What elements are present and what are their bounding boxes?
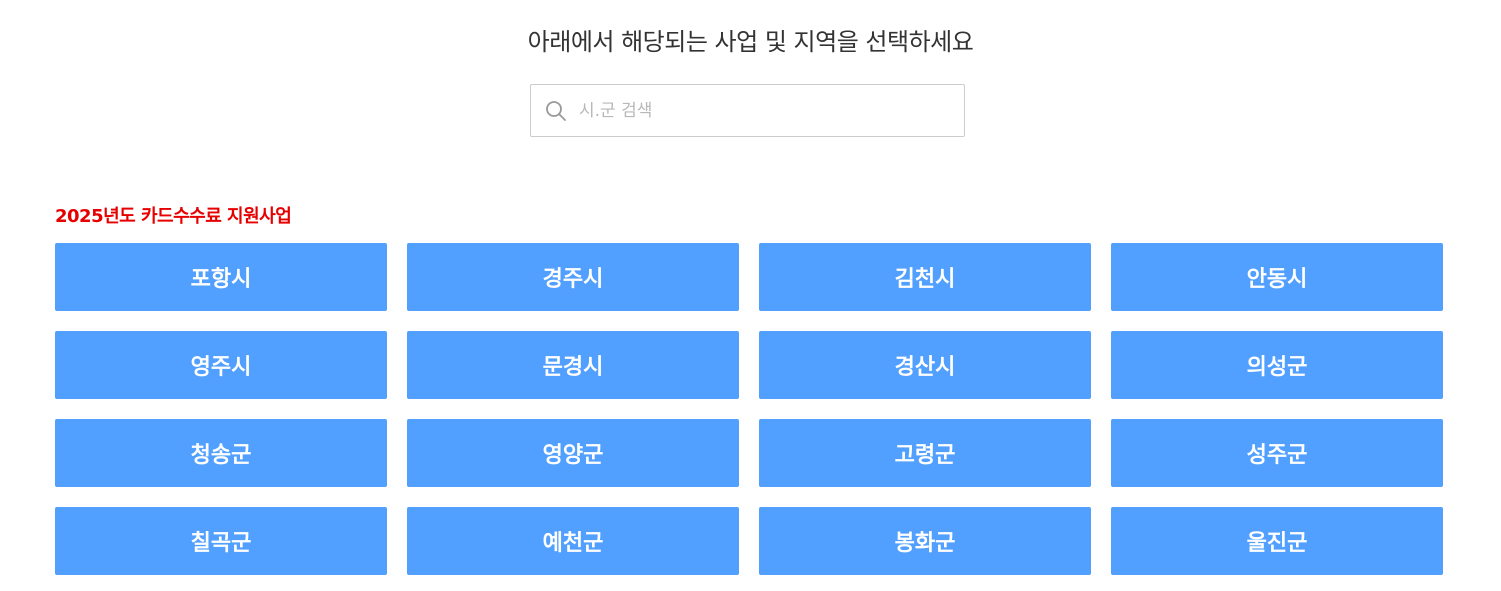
- region-search-input[interactable]: [579, 85, 954, 136]
- region-button-yeongyang[interactable]: 영양군: [407, 419, 739, 487]
- region-button-gyeongsan[interactable]: 경산시: [759, 331, 1091, 399]
- region-button-uljin[interactable]: 울진군: [1111, 507, 1443, 575]
- search-icon: [546, 101, 566, 121]
- region-button-gimcheon[interactable]: 김천시: [759, 243, 1091, 311]
- region-button-bonghwa[interactable]: 봉화군: [759, 507, 1091, 575]
- region-button-uiseong[interactable]: 의성군: [1111, 331, 1443, 399]
- region-button-gyeongju[interactable]: 경주시: [407, 243, 739, 311]
- region-button-yecheon[interactable]: 예천군: [407, 507, 739, 575]
- region-button-chilgok[interactable]: 칠곡군: [55, 507, 387, 575]
- search-box[interactable]: [530, 84, 965, 137]
- page-instruction: 아래에서 해당되는 사업 및 지역을 선택하세요: [527, 28, 974, 56]
- region-button-yeongju[interactable]: 영주시: [55, 331, 387, 399]
- region-button-andong[interactable]: 안동시: [1111, 243, 1443, 311]
- region-button-seongju[interactable]: 성주군: [1111, 419, 1443, 487]
- section-title: 2025년도 카드수수료 지원사업: [55, 206, 292, 227]
- region-button-pohang[interactable]: 포항시: [55, 243, 387, 311]
- region-button-grid: 포항시 경주시 김천시 안동시 영주시 문경시 경산시 의성군 청송군 영양군 …: [55, 243, 1444, 575]
- region-button-cheongsong[interactable]: 청송군: [55, 419, 387, 487]
- region-button-goryeong[interactable]: 고령군: [759, 419, 1091, 487]
- region-button-mungyeong[interactable]: 문경시: [407, 331, 739, 399]
